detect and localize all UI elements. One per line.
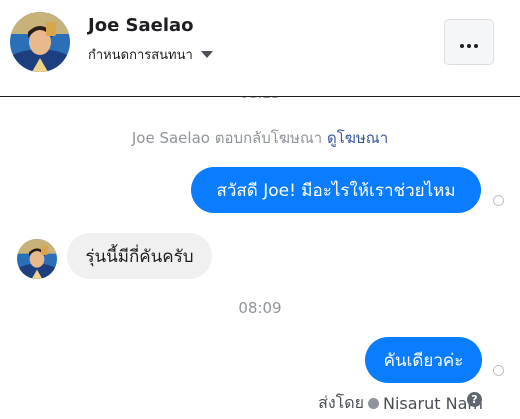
help-icon[interactable]: ?: [467, 392, 482, 407]
ad-reply-notice: Joe Saelao ตอบกลับโฆษณา ดูโฆษณา: [0, 126, 520, 150]
sent-check-icon: [493, 195, 504, 206]
incoming-message[interactable]: รุ่นนี้มีกี่คันครับ: [67, 233, 212, 279]
sent-by-info: ส่งโดย Nisarut Nam: [318, 391, 483, 416]
contact-avatar-small[interactable]: [17, 239, 57, 279]
conversation-status-label: กำหนดการสนทนา: [88, 48, 193, 63]
ad-reply-text: Joe Saelao ตอบกลับโฆษณา: [131, 129, 323, 147]
check-circle-icon: [368, 398, 379, 409]
conversation-status-dropdown[interactable]: กำหนดการสนทนา: [88, 44, 213, 65]
view-ad-link[interactable]: ดูโฆษณา: [327, 129, 388, 147]
outgoing-message[interactable]: สวัสดี Joe! มีอะไรให้เราช่วยไหม: [191, 167, 481, 213]
outgoing-message[interactable]: คันเดียวค่ะ: [365, 337, 482, 383]
sent-by-label: ส่งโดย: [318, 393, 364, 412]
time-separator: 08:09: [238, 299, 282, 317]
more-options-button[interactable]: [444, 19, 494, 65]
contact-name: Joe Saelao: [88, 15, 194, 36]
conversation-header: Joe Saelao กำหนดการสนทนา: [0, 0, 520, 97]
more-horizontal-icon: [460, 33, 478, 52]
contact-avatar[interactable]: [10, 12, 70, 72]
sent-check-icon: [493, 365, 504, 376]
caret-down-icon: [200, 48, 213, 63]
